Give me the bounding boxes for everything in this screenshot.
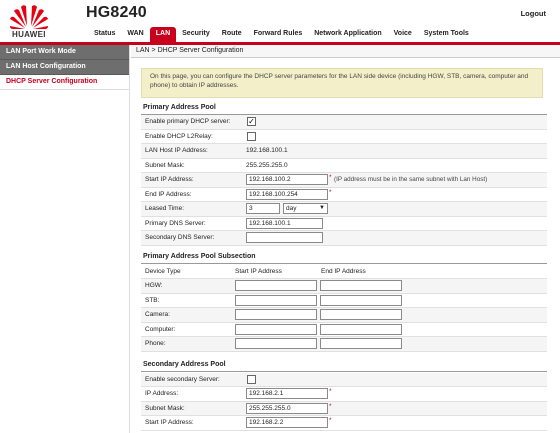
label-secondary-dns: Secondary DNS Server: bbox=[145, 234, 215, 241]
sidebar: LAN Port Work Mode LAN Host Configuratio… bbox=[0, 45, 130, 433]
col-end-ip: End IP Address bbox=[321, 267, 366, 275]
label-computer: Computer: bbox=[145, 325, 176, 333]
tab-wan[interactable]: WAN bbox=[121, 27, 149, 42]
start-ip-input[interactable] bbox=[246, 174, 328, 185]
row-secondary-mask: Subnet Mask: * bbox=[141, 401, 547, 416]
label-phone: Phone: bbox=[145, 340, 166, 347]
camera-start-ip-input[interactable] bbox=[235, 309, 317, 320]
row-start-ip: Start IP Address: * (IP address must be … bbox=[141, 173, 547, 188]
required-marker: * bbox=[329, 417, 332, 424]
label-end-ip: End IP Address: bbox=[145, 190, 192, 198]
tab-network-application[interactable]: Network Application bbox=[308, 27, 387, 42]
col-start-ip: Start IP Address bbox=[235, 267, 282, 275]
label-start-ip: Start IP Address: bbox=[145, 176, 194, 183]
section-title-primary-pool: Primary Address Pool bbox=[141, 104, 547, 115]
hgw-end-ip-input[interactable] bbox=[320, 280, 402, 291]
value-subnet-mask: 255.255.255.0 bbox=[246, 161, 288, 169]
label-camera: Camera: bbox=[145, 311, 170, 318]
value-lan-host-ip: 192.168.100.1 bbox=[246, 147, 288, 154]
subsection-row-hgw: HGW: bbox=[141, 279, 547, 294]
row-enable-primary-dhcp: Enable primary DHCP server: ✓ bbox=[141, 115, 547, 130]
model-name: HG8240 bbox=[86, 4, 147, 21]
secondary-dns-input[interactable] bbox=[246, 232, 323, 243]
start-ip-hint: (IP address must be in the same subnet w… bbox=[334, 176, 488, 183]
phone-end-ip-input[interactable] bbox=[320, 338, 402, 349]
row-enable-l2relay: Enable DHCP L2Relay: bbox=[141, 130, 547, 144]
leased-time-unit-value: day bbox=[286, 205, 297, 212]
required-marker: * bbox=[329, 188, 332, 196]
label-secondary-mask: Subnet Mask: bbox=[145, 404, 185, 412]
row-secondary-ip: IP Address: * bbox=[141, 387, 547, 402]
logout-link[interactable]: Logout bbox=[521, 9, 546, 18]
main-nav: Status WAN LAN Security Route Forward Ru… bbox=[88, 27, 475, 42]
required-marker: * bbox=[329, 174, 332, 181]
row-lan-host-ip: LAN Host IP Address: 192.168.100.1 bbox=[141, 144, 547, 159]
tab-voice[interactable]: Voice bbox=[388, 27, 418, 42]
label-enable-primary-dhcp: Enable primary DHCP server: bbox=[145, 118, 231, 125]
col-device-type: Device Type bbox=[145, 267, 181, 275]
brand-name: HUAWEI bbox=[12, 30, 46, 39]
row-primary-dns: Primary DNS Server: bbox=[141, 217, 547, 231]
label-enable-secondary: Enable secondary Server: bbox=[145, 375, 220, 383]
sidebar-item-lan-port-work-mode[interactable]: LAN Port Work Mode bbox=[0, 45, 129, 60]
label-hgw: HGW: bbox=[145, 282, 163, 289]
secondary-start-ip-input[interactable] bbox=[246, 417, 328, 428]
subsection-header-row: Device Type Start IP Address End IP Addr… bbox=[141, 265, 547, 279]
info-box: On this page, you can configure the DHCP… bbox=[141, 68, 543, 98]
section-title-secondary-pool: Secondary Address Pool bbox=[141, 361, 547, 372]
phone-start-ip-input[interactable] bbox=[235, 338, 317, 349]
subsection-row-computer: Computer: bbox=[141, 323, 547, 337]
checkbox-enable-l2relay[interactable] bbox=[247, 131, 256, 141]
computer-start-ip-input[interactable] bbox=[235, 323, 317, 335]
subsection-row-camera: Camera: bbox=[141, 308, 547, 323]
row-subnet-mask: Subnet Mask: 255.255.255.0 bbox=[141, 159, 547, 173]
tab-route[interactable]: Route bbox=[216, 27, 248, 42]
tab-status[interactable]: Status bbox=[88, 27, 121, 42]
checkbox-enable-primary-dhcp[interactable]: ✓ bbox=[247, 117, 256, 126]
main-content: LAN > DHCP Server Configuration On this … bbox=[131, 45, 560, 433]
tab-security[interactable]: Security bbox=[176, 27, 216, 42]
tab-system-tools[interactable]: System Tools bbox=[418, 27, 475, 42]
secondary-ip-input[interactable] bbox=[246, 388, 328, 399]
row-secondary-dns: Secondary DNS Server: bbox=[141, 231, 547, 246]
tab-lan[interactable]: LAN bbox=[149, 27, 177, 42]
label-primary-dns: Primary DNS Server: bbox=[145, 219, 206, 227]
row-leased-time: Leased Time: day ▼ bbox=[141, 202, 547, 217]
tab-forward-rules[interactable]: Forward Rules bbox=[248, 27, 309, 42]
section-title-pool-subsection: Primary Address Pool Subsection bbox=[141, 253, 547, 264]
computer-end-ip-input[interactable] bbox=[320, 323, 402, 335]
leased-time-unit-select[interactable]: day ▼ bbox=[283, 203, 328, 214]
leased-time-input[interactable] bbox=[246, 203, 280, 214]
subsection-row-stb: STB: bbox=[141, 294, 547, 308]
row-end-ip: End IP Address: * bbox=[141, 188, 547, 202]
required-marker: * bbox=[329, 388, 332, 395]
camera-end-ip-input[interactable] bbox=[320, 309, 402, 320]
secondary-mask-input[interactable] bbox=[246, 402, 328, 414]
subsection-row-phone: Phone: bbox=[141, 337, 547, 352]
label-leased-time: Leased Time: bbox=[145, 205, 185, 212]
chevron-down-icon: ▼ bbox=[319, 205, 325, 211]
stb-end-ip-input[interactable] bbox=[320, 294, 402, 306]
sidebar-item-lan-host-configuration[interactable]: LAN Host Configuration bbox=[0, 60, 129, 75]
primary-dns-input[interactable] bbox=[246, 217, 323, 229]
row-enable-secondary: Enable secondary Server: bbox=[141, 372, 547, 387]
label-lan-host-ip: LAN Host IP Address: bbox=[145, 147, 208, 154]
row-secondary-start-ip: Start IP Address: * bbox=[141, 416, 547, 431]
label-subnet-mask: Subnet Mask: bbox=[145, 161, 185, 169]
label-stb: STB: bbox=[145, 296, 160, 304]
header: HUAWEI HG8240 Logout Status WAN LAN Secu… bbox=[0, 0, 560, 42]
required-marker: * bbox=[329, 402, 332, 410]
stb-start-ip-input[interactable] bbox=[235, 294, 317, 306]
end-ip-input[interactable] bbox=[246, 188, 328, 200]
label-secondary-ip: IP Address: bbox=[145, 390, 179, 397]
label-secondary-start-ip: Start IP Address: bbox=[145, 419, 194, 426]
breadcrumb: LAN > DHCP Server Configuration bbox=[131, 45, 560, 58]
label-enable-l2relay: Enable DHCP L2Relay: bbox=[145, 132, 213, 140]
sidebar-item-dhcp-server-configuration[interactable]: DHCP Server Configuration bbox=[0, 75, 129, 90]
hgw-start-ip-input[interactable] bbox=[235, 280, 317, 291]
checkbox-enable-secondary[interactable] bbox=[247, 374, 256, 384]
